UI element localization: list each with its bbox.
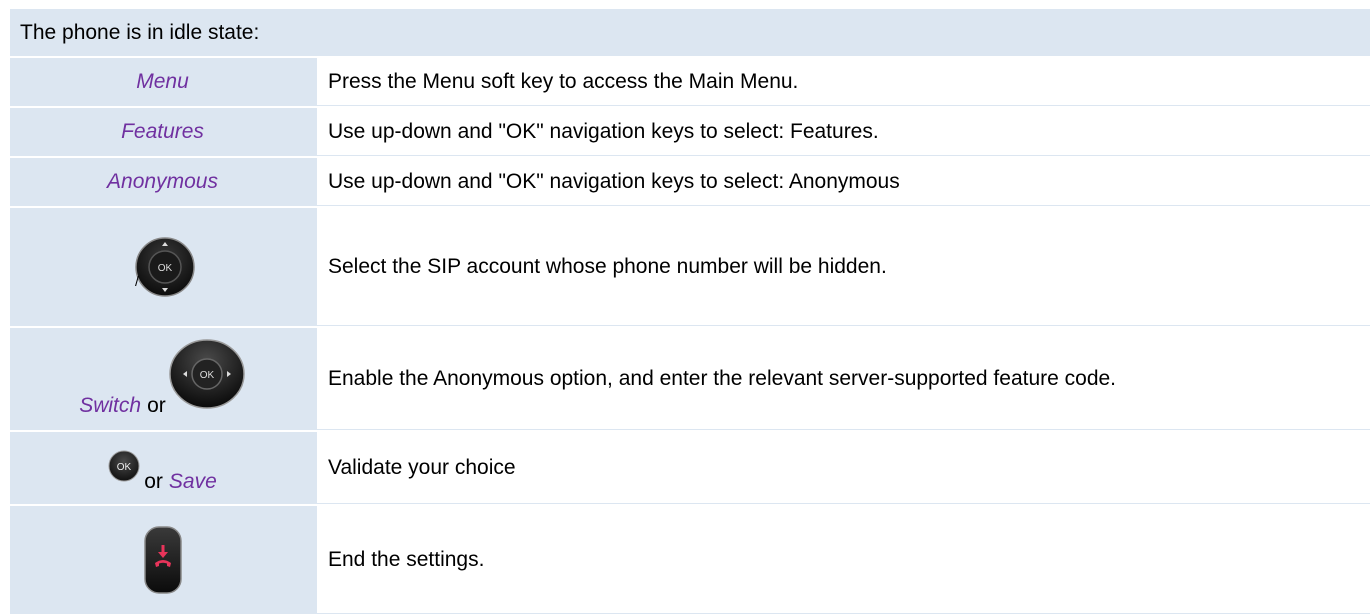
table-row: Features Use up-down and "OK" navigation… bbox=[10, 108, 1370, 158]
or-text: or bbox=[147, 394, 166, 417]
description-text: Validate your choice bbox=[328, 455, 516, 479]
or-text: or bbox=[144, 470, 163, 493]
description-cell: Validate your choice bbox=[315, 432, 1370, 504]
description-cell: Enable the Anonymous option, and enter t… bbox=[315, 328, 1370, 430]
save-softkey-label: Save bbox=[168, 470, 217, 493]
key-cell: Menu bbox=[10, 58, 315, 106]
description-text: Enable the Anonymous option, and enter t… bbox=[328, 366, 1117, 390]
menu-softkey-label: Menu bbox=[136, 70, 189, 93]
ok-key-icon: OK bbox=[108, 450, 140, 482]
nav-left-right-ok-icon: OK bbox=[168, 336, 246, 412]
key-cell bbox=[10, 506, 315, 614]
description-text: Use up-down and "OK" navigation keys to … bbox=[328, 169, 900, 193]
instruction-table: The phone is in idle state: Menu Press t… bbox=[0, 0, 1370, 614]
nav-up-down-ok-icon: OK / bbox=[131, 228, 195, 306]
description-text: End the settings. bbox=[328, 547, 485, 571]
table-row: OK or Save Validate your choice bbox=[10, 432, 1370, 506]
table-row: Switch or OK Enable the Anonymous option… bbox=[10, 328, 1370, 432]
table-header: The phone is in idle state: bbox=[10, 9, 1370, 58]
description-cell: End the settings. bbox=[315, 506, 1370, 614]
table-row: Menu Press the Menu soft key to access t… bbox=[10, 58, 1370, 108]
table-row: OK / Select the SIP account whose phone … bbox=[10, 208, 1370, 328]
hang-up-key-icon bbox=[143, 525, 183, 595]
table-row: Anonymous Use up-down and "OK" navigatio… bbox=[10, 158, 1370, 208]
description-cell: Select the SIP account whose phone numbe… bbox=[315, 208, 1370, 326]
key-cell: Switch or OK bbox=[10, 328, 315, 430]
svg-text:OK: OK bbox=[157, 263, 172, 274]
switch-label: Switch bbox=[79, 394, 142, 417]
description-cell: Press the Menu soft key to access the Ma… bbox=[315, 58, 1370, 106]
features-label: Features bbox=[121, 120, 204, 143]
description-cell: Use up-down and "OK" navigation keys to … bbox=[315, 158, 1370, 206]
key-cell: Anonymous bbox=[10, 158, 315, 206]
header-text: The phone is in idle state: bbox=[20, 20, 260, 44]
key-cell: Features bbox=[10, 108, 315, 156]
description-text: Press the Menu soft key to access the Ma… bbox=[328, 69, 799, 93]
description-text: Select the SIP account whose phone numbe… bbox=[328, 254, 887, 278]
key-cell: OK or Save bbox=[10, 432, 315, 504]
svg-text:/: / bbox=[135, 273, 139, 289]
anonymous-label: Anonymous bbox=[107, 170, 218, 193]
table-row: End the settings. bbox=[10, 506, 1370, 614]
svg-text:OK: OK bbox=[117, 462, 132, 473]
description-text: Use up-down and "OK" navigation keys to … bbox=[328, 119, 879, 143]
svg-text:OK: OK bbox=[200, 370, 215, 381]
key-cell: OK / bbox=[10, 208, 315, 326]
description-cell: Use up-down and "OK" navigation keys to … bbox=[315, 108, 1370, 156]
